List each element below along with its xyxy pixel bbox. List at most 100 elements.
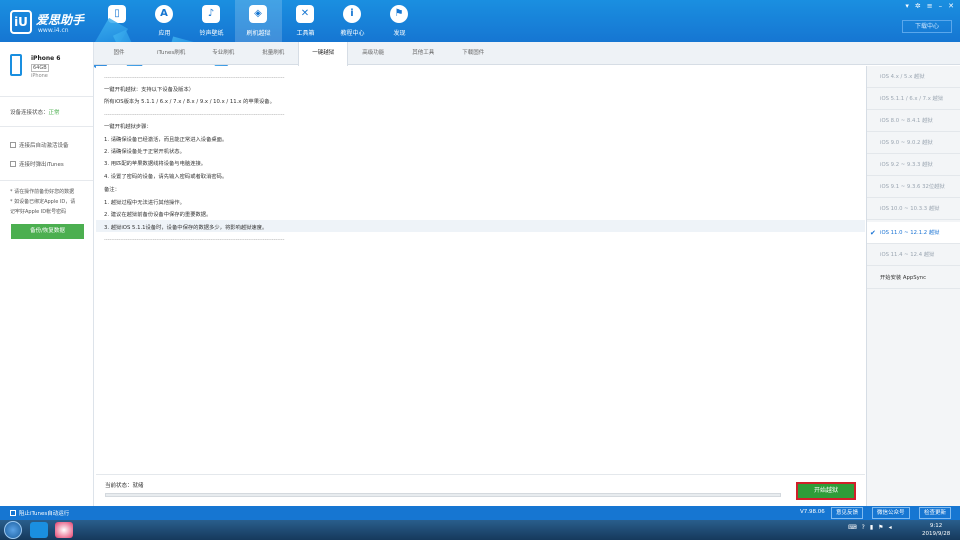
- logo-text: 爱思助手: [36, 13, 85, 27]
- ios-option[interactable]: iOS 9.2 ~ 9.3.3 越狱: [867, 154, 960, 176]
- install-appsync-option[interactable]: 开始安装 AppSync: [867, 267, 960, 289]
- tab-one-click-jailbreak[interactable]: 一键越狱: [298, 42, 349, 66]
- tab-batch-flash[interactable]: 批量刷机: [248, 42, 298, 64]
- tab-bar: 固件 iTunes刷机 专业刷机 批量刷机 一键越狱 高级功能 其他工具 下载固…: [94, 42, 960, 66]
- ios-option-selected[interactable]: ✔ iOS 11.0 ~ 12.1.2 越狱: [867, 222, 960, 244]
- nav-flash-jailbreak[interactable]: ◈ 刷机越狱: [235, 0, 282, 42]
- logo-icon: iU: [10, 10, 32, 34]
- separator: ----------------------------------------…: [104, 112, 285, 118]
- block-itunes-option[interactable]: 阻止iTunes自动运行: [10, 509, 69, 517]
- backup-restore-button[interactable]: 备份/恢复数据: [11, 224, 84, 239]
- check-update-button[interactable]: 检查更新: [919, 507, 952, 519]
- status-footer: 阻止iTunes自动运行 V7.98.06 意见反馈 微信公众号 检查更新: [0, 506, 960, 520]
- divider: [0, 126, 93, 127]
- info-line: 一键开机越狱步骤：: [104, 124, 152, 130]
- minimize-icon[interactable]: –: [939, 2, 943, 10]
- menu-icon[interactable]: ≡: [927, 2, 933, 10]
- nav-discover[interactable]: ⚑ 发现: [376, 0, 423, 42]
- checkbox[interactable]: [10, 510, 16, 516]
- nav-apps[interactable]: A 应用: [141, 0, 188, 42]
- device-name: iPhone 6: [31, 55, 61, 62]
- note-line: 3. 越狱iOS 5.1.1设备时，设备中保存的数据多少，将影响越狱速度。: [104, 225, 268, 231]
- ios-option[interactable]: iOS 10.0 ~ 10.3.3 越狱: [867, 198, 960, 220]
- close-icon[interactable]: ✕: [948, 2, 954, 10]
- ringtone-icon: ♪: [202, 5, 220, 23]
- toolbox-icon: ✕: [296, 5, 314, 23]
- ios-version-list: iOS 4.x / 5.x 越狱 iOS 5.1.1 / 6.x / 7.x 越…: [866, 66, 960, 506]
- note-line: * 如设备已绑定Apple ID，请: [10, 199, 76, 205]
- system-tray: ⌨ ? ▮ ⚑ ◂: [848, 524, 892, 531]
- step-line: 1. 请确保设备已经激活，而且能正常进入设备桌面。: [104, 137, 228, 143]
- ios-option[interactable]: iOS 9.1 ~ 9.3.6 32位越狱: [867, 176, 960, 198]
- keyboard-icon[interactable]: ⌨: [848, 524, 857, 531]
- tab-other-tools[interactable]: 其他工具: [398, 42, 448, 64]
- separator: ----------------------------------------…: [104, 75, 285, 81]
- window-controls: ▾ ✲ ≡ – ✕: [905, 2, 954, 10]
- tab-itunes-flash[interactable]: iTunes刷机: [144, 42, 198, 64]
- download-center-button[interactable]: 下载中心: [902, 20, 952, 33]
- note-line: 记牢好Apple ID帐号密码: [10, 209, 67, 215]
- tab-download-firmware[interactable]: 下载固件: [448, 42, 498, 64]
- feedback-button[interactable]: 意见反馈: [831, 507, 864, 519]
- note-line: * 请在操作前备份好您的数据: [10, 189, 75, 195]
- divider: [0, 180, 93, 181]
- progress-bar: [105, 493, 781, 497]
- checkbox[interactable]: [10, 161, 16, 167]
- app-header: iU 爱思助手 www.i4.cn ▯ A 应用 ♪ 铃声壁纸 ◈ 刷机越狱 ✕…: [0, 0, 960, 42]
- check-icon: ✔: [870, 229, 876, 237]
- flag-icon: ⚑: [390, 5, 408, 23]
- ios-option[interactable]: iOS 11.4 ~ 12.4 越狱: [867, 244, 960, 266]
- box-icon: ◈: [249, 5, 267, 23]
- checkbox[interactable]: [10, 142, 16, 148]
- ios-option[interactable]: iOS 9.0 ~ 9.0.2 越狱: [867, 132, 960, 154]
- note-heading: 备注：: [104, 187, 120, 193]
- app-logo: iU 爱思助手 www.i4.cn: [8, 8, 88, 36]
- current-status: 当前状态：就绪: [105, 483, 144, 489]
- note-line: 2. 建议在越狱前备份设备中保存的重要数据。: [104, 212, 212, 218]
- nav-ringtones[interactable]: ♪ 铃声壁纸: [188, 0, 235, 42]
- volume-icon[interactable]: ◂: [889, 524, 892, 531]
- i4-taskbar-icon[interactable]: [30, 522, 48, 538]
- info-line: 所有iOS版本为 5.1.1 / 6.x / 7.x / 8.x / 9.x /…: [104, 99, 275, 105]
- step-line: 3. 用匹配的苹果数据线将设备与电脑连接。: [104, 161, 207, 167]
- popup-itunes-option[interactable]: 连接时弹出iTunes: [10, 160, 64, 168]
- app-store-icon: A: [155, 5, 173, 23]
- step-line: 4. 设置了密码的设备，请先输入密码或者取消密码。: [104, 174, 228, 180]
- step-line: 2. 请确保设备处于正常开机状态。: [104, 149, 185, 155]
- start-jailbreak-button[interactable]: 开始越狱: [796, 482, 856, 500]
- wechat-button[interactable]: 微信公众号: [872, 507, 910, 519]
- nav-toolbox[interactable]: ✕ 工具箱: [282, 0, 329, 42]
- separator: ----------------------------------------…: [104, 237, 285, 243]
- nav-tutorials[interactable]: i 教程中心: [329, 0, 376, 42]
- info-line: 一键开机越狱：支持以下设备及版本）: [104, 87, 195, 93]
- tab-firmware[interactable]: 固件: [94, 42, 144, 64]
- flag-icon[interactable]: ⚑: [878, 524, 883, 531]
- note-line: 1. 越狱过程中无法进行其他操作。: [104, 200, 185, 206]
- auto-activate-option[interactable]: 连接后自动激活设备: [10, 141, 69, 149]
- itunes-taskbar-icon[interactable]: [55, 522, 73, 538]
- tab-advanced[interactable]: 高级功能: [348, 42, 398, 64]
- device-type: iPhone: [31, 73, 48, 79]
- status-area: 当前状态：就绪 开始越狱: [96, 474, 865, 506]
- clock[interactable]: 9:12 2019/9/28: [922, 522, 950, 538]
- iphone-icon: [10, 54, 22, 76]
- ios-option[interactable]: iOS 8.0 ~ 8.4.1 越狱: [867, 110, 960, 132]
- network-icon[interactable]: ▮: [870, 524, 873, 531]
- tab-pro-flash[interactable]: 专业刷机: [198, 42, 248, 64]
- info-icon: i: [343, 5, 361, 23]
- connection-value: 正常: [48, 110, 60, 116]
- ios-option[interactable]: iOS 4.x / 5.x 越狱: [867, 66, 960, 88]
- gear-icon[interactable]: ✲: [915, 2, 921, 10]
- divider: [0, 96, 93, 97]
- shirt-icon[interactable]: ▾: [905, 2, 909, 10]
- device-panel: iPhone 6 64GB iPhone 设备连接状态：正常 连接后自动激活设备…: [0, 42, 94, 506]
- main-nav: ▯ A 应用 ♪ 铃声壁纸 ◈ 刷机越狱 ✕ 工具箱 i 教程中心 ⚑ 发现: [94, 0, 423, 42]
- connection-status: 设备连接状态：正常: [10, 110, 60, 116]
- start-button[interactable]: [4, 521, 22, 539]
- help-icon[interactable]: ?: [862, 524, 865, 531]
- windows-taskbar: ⌨ ? ▮ ⚑ ◂ 9:12 2019/9/28: [0, 520, 960, 540]
- jailbreak-info: ----------------------------------------…: [96, 66, 865, 466]
- device-capacity: 64GB: [31, 64, 49, 72]
- version-label: V7.98.06: [800, 509, 825, 515]
- ios-option[interactable]: iOS 5.1.1 / 6.x / 7.x 越狱: [867, 88, 960, 110]
